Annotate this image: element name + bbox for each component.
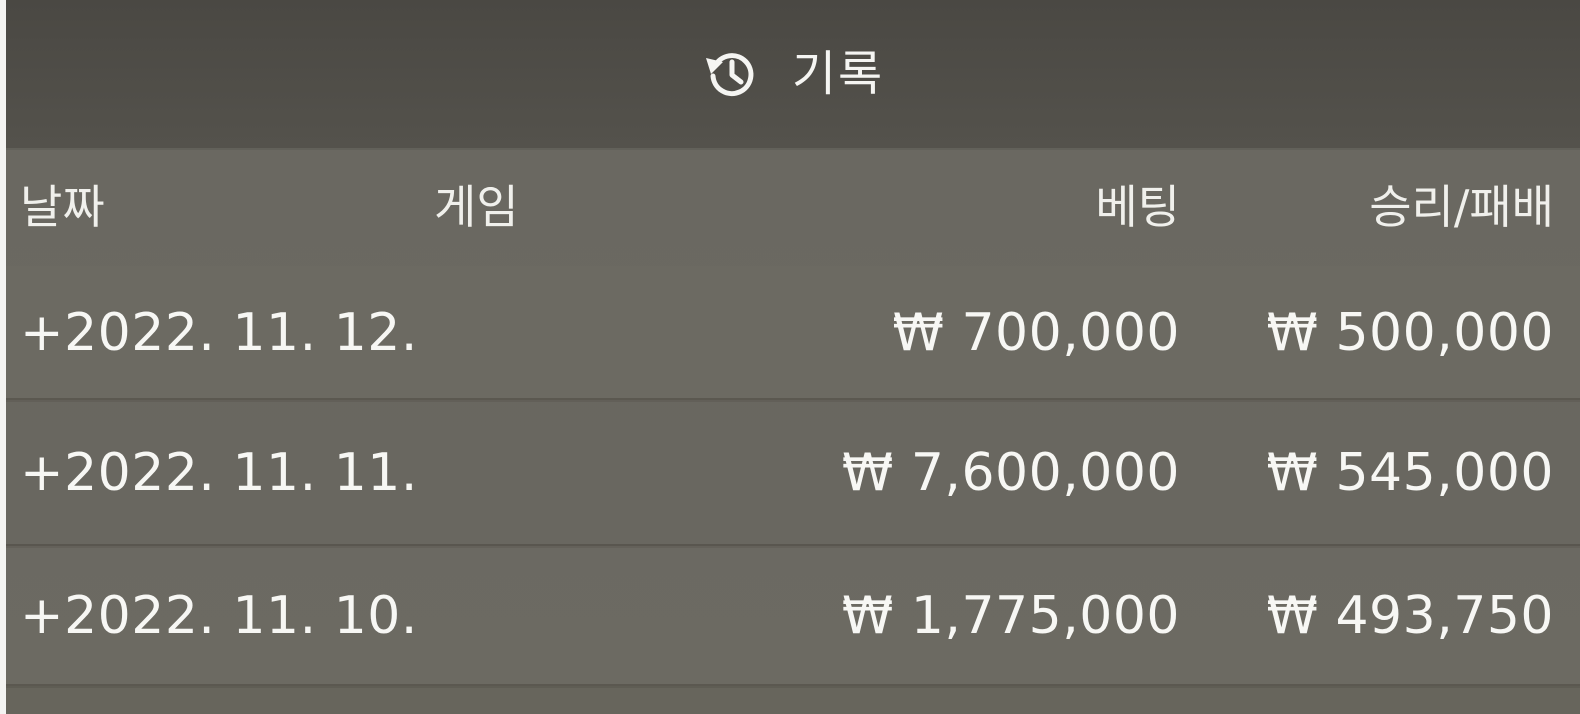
table-row[interactable]: +2022. 11. 11. ₩ 7,600,000 ₩ 545,000	[6, 400, 1580, 546]
column-header-bet: 베팅	[1095, 180, 1180, 234]
history-header: 기록	[6, 0, 1580, 148]
column-header-win-loss: 승리/패배	[1369, 180, 1554, 234]
row-win-loss: ₩ 500,000	[1266, 303, 1554, 363]
row-bet: ₩ 1,775,000	[841, 586, 1180, 646]
column-header-game: 게임	[434, 180, 519, 234]
row-date: +2022. 11. 10.	[20, 586, 418, 646]
row-bet: ₩ 700,000	[892, 303, 1180, 363]
table-row[interactable]: +2022. 11. 10. ₩ 1,775,000 ₩ 493,750	[6, 546, 1580, 686]
row-bet: ₩ 7,600,000	[841, 443, 1180, 503]
table-row-partial	[6, 686, 1580, 714]
history-icon	[705, 53, 754, 97]
header-title: 기록	[791, 46, 885, 102]
row-date: +2022. 11. 11.	[20, 443, 418, 503]
column-header-date: 날짜	[20, 180, 105, 234]
table-header: 날짜 게임 베팅 승리/패배	[6, 148, 1580, 266]
row-win-loss: ₩ 493,750	[1266, 586, 1554, 646]
table-row[interactable]: +2022. 11. 12. ₩ 700,000 ₩ 500,000	[6, 266, 1580, 400]
row-date: +2022. 11. 12.	[20, 303, 418, 363]
row-win-loss: ₩ 545,000	[1266, 443, 1554, 503]
history-panel: 기록 날짜 게임 베팅 승리/패배 +2022. 11. 12. ₩ 700,0…	[0, 0, 1580, 714]
